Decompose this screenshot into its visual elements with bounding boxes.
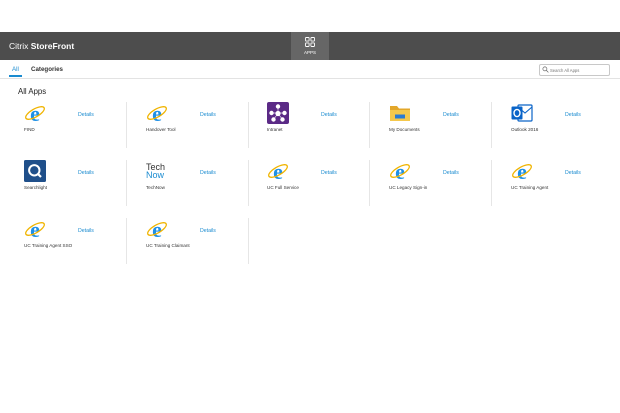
app-tile[interactable]: e Handover Tool Details [141,100,263,158]
section-title: All Apps [18,87,47,96]
app-tile[interactable]: e FIND Details [19,100,141,158]
app-tile[interactable]: e UC Training Agent SSO Details [19,216,141,274]
svg-text:e: e [395,160,405,182]
app-tile[interactable]: Intranet Details [262,100,384,158]
app-details-link[interactable]: Details [565,170,581,176]
app-tile[interactable]: e UC Full Service Details [262,158,384,216]
tile-divider [369,102,370,148]
tile-divider [248,102,249,148]
tile-divider [491,102,492,148]
internet-explorer-icon[interactable]: e [24,101,46,126]
app-tile[interactable]: e UC Training Agent Details [506,158,620,216]
brand-title: Citrix StoreFront [9,41,75,51]
app-details-link[interactable]: Details [321,112,337,118]
app-tile[interactable]: e UC Training Claimant Details [141,216,263,274]
tab-categories[interactable]: Categories [31,66,63,73]
apps-nav-button[interactable]: APPS [291,32,329,60]
app-tile[interactable]: Tech Now TechNow Details [141,158,263,216]
tile-divider [126,218,127,264]
app-details-link[interactable]: Details [78,170,94,176]
internet-explorer-icon[interactable]: e [146,217,168,242]
svg-text:e: e [30,102,40,124]
app-details-link[interactable]: Details [78,112,94,118]
internet-explorer-icon[interactable]: e [389,159,411,184]
app-tile[interactable]: e UC Legacy Sign-in Details [384,158,506,216]
top-blank-band [0,0,620,32]
app-details-link[interactable]: Details [200,228,216,234]
search-box[interactable] [539,64,610,76]
internet-explorer-icon[interactable]: e [511,159,533,184]
app-tile[interactable]: My Documents Details [384,100,506,158]
tile-divider [491,160,492,206]
svg-text:e: e [517,160,527,182]
app-details-link[interactable]: Details [200,112,216,118]
app-name[interactable]: UC Training Claimant [146,243,190,248]
app-name[interactable]: Intranet [267,127,283,132]
tab-all-underline [9,75,22,77]
tile-divider [248,218,249,264]
app-name[interactable]: FIND [24,127,35,132]
app-name[interactable]: Handover Tool [146,127,176,132]
apps-grid-icon [305,37,315,47]
app-name[interactable]: UC Training Agent SSO [24,243,72,248]
outlook-icon[interactable] [511,102,533,124]
internet-explorer-icon[interactable]: e [267,159,289,184]
search-input[interactable] [550,65,607,75]
apps-nav-label: APPS [303,50,316,55]
app-name[interactable]: TechNow [146,185,165,190]
svg-text:e: e [152,218,162,240]
internet-explorer-icon[interactable]: e [24,217,46,242]
sub-navigation: All Categories [0,60,620,79]
internet-explorer-icon[interactable]: e [146,101,168,126]
app-name[interactable]: Searchlight [24,185,47,190]
svg-text:e: e [152,102,162,124]
app-tile[interactable]: Searchlight Details [19,158,141,216]
app-details-link[interactable]: Details [443,170,459,176]
search-icon [542,66,549,73]
app-name[interactable]: UC Full Service [267,185,299,190]
technow-icon[interactable]: Tech Now [146,160,168,182]
tab-all[interactable]: All [12,66,19,73]
tile-divider [369,160,370,206]
app-details-link[interactable]: Details [443,112,459,118]
app-name[interactable]: UC Legacy Sign-in [389,185,427,190]
svg-text:e: e [273,160,283,182]
app-details-link[interactable]: Details [200,170,216,176]
intranet-icon[interactable] [267,102,289,124]
app-details-link[interactable]: Details [565,112,581,118]
tile-divider [126,160,127,206]
app-name[interactable]: Outlook 2016 [511,127,538,132]
technow-icon-text-2: Now [146,170,165,180]
searchlight-icon[interactable] [24,160,46,182]
folder-icon[interactable] [389,102,411,124]
app-details-link[interactable]: Details [78,228,94,234]
tile-divider [126,102,127,148]
app-name[interactable]: My Documents [389,127,420,132]
tile-divider [248,160,249,206]
svg-text:e: e [30,218,40,240]
app-tile[interactable]: Outlook 2016 Details [506,100,620,158]
app-details-link[interactable]: Details [321,170,337,176]
app-name[interactable]: UC Training Agent [511,185,548,190]
